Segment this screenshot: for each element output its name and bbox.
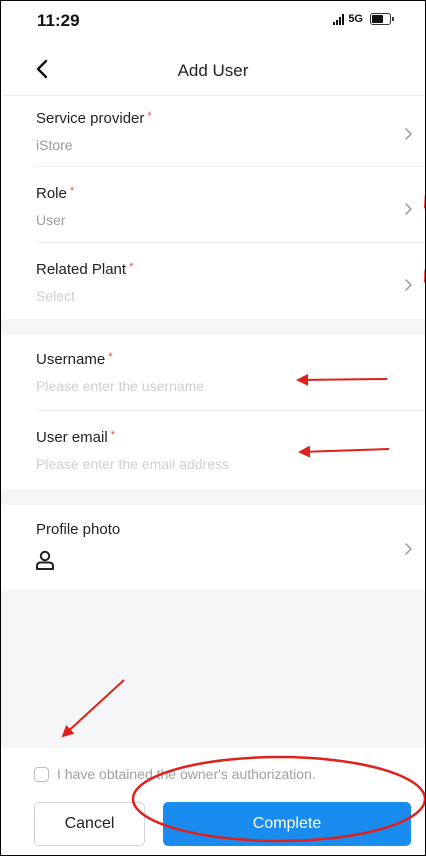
cancel-button[interactable]: Cancel (34, 802, 145, 846)
required-mark: * (147, 110, 152, 122)
chevron-right-icon (405, 203, 412, 215)
user-email-input[interactable]: Please enter the email address (36, 456, 229, 472)
nav-bar: Add User (1, 45, 425, 96)
user-email-field[interactable]: User email * Please enter the email addre… (1, 411, 425, 489)
service-provider-row[interactable]: Service provider * iStore (1, 96, 425, 167)
user-email-label: User email * (36, 429, 115, 446)
service-provider-value: iStore (36, 137, 73, 153)
authorization-consent[interactable]: I have obtained the owner's authorizatio… (34, 766, 316, 782)
role-value: User (36, 212, 66, 228)
username-field[interactable]: Username * Please enter the username (1, 335, 425, 411)
related-plant-label: Related Plant * (36, 261, 134, 278)
profile-photo-row[interactable]: Profile photo (1, 505, 425, 589)
person-icon (36, 550, 54, 570)
related-plant-row[interactable]: Related Plant * Select (1, 243, 425, 319)
network-label: 5G (348, 13, 363, 25)
signal-icon (333, 13, 345, 25)
section-gap (1, 489, 425, 505)
authorization-checkbox[interactable] (34, 766, 49, 782)
service-provider-label: Service provider * (36, 110, 152, 127)
role-label: Role * (36, 185, 75, 202)
empty-area (1, 589, 425, 748)
required-mark: * (108, 351, 113, 363)
related-plant-placeholder: Select (36, 288, 75, 304)
username-label: Username * (36, 351, 113, 368)
chevron-right-icon (405, 543, 412, 555)
status-bar: 11:29 5G (1, 1, 425, 41)
username-input[interactable]: Please enter the username (36, 378, 204, 394)
page-title: Add User (177, 61, 249, 80)
authorization-text: I have obtained the owner's authorizatio… (57, 766, 316, 782)
chevron-right-icon (405, 128, 412, 140)
section-gap (1, 319, 425, 335)
screen-frame: 11:29 5G Add User Service provider * iSto… (0, 0, 426, 856)
footer-bar: I have obtained the owner's authorizatio… (1, 748, 425, 855)
required-mark: * (69, 185, 75, 197)
profile-photo-label: Profile photo (36, 521, 121, 538)
battery-icon (370, 13, 394, 25)
complete-button[interactable]: Complete (163, 802, 411, 846)
status-indicators: 5G (333, 13, 394, 25)
status-time: 11:29 (37, 11, 80, 30)
role-row[interactable]: Role * User (1, 167, 425, 243)
required-mark: * (129, 261, 134, 273)
required-mark: * (110, 429, 115, 441)
chevron-right-icon (405, 279, 412, 291)
